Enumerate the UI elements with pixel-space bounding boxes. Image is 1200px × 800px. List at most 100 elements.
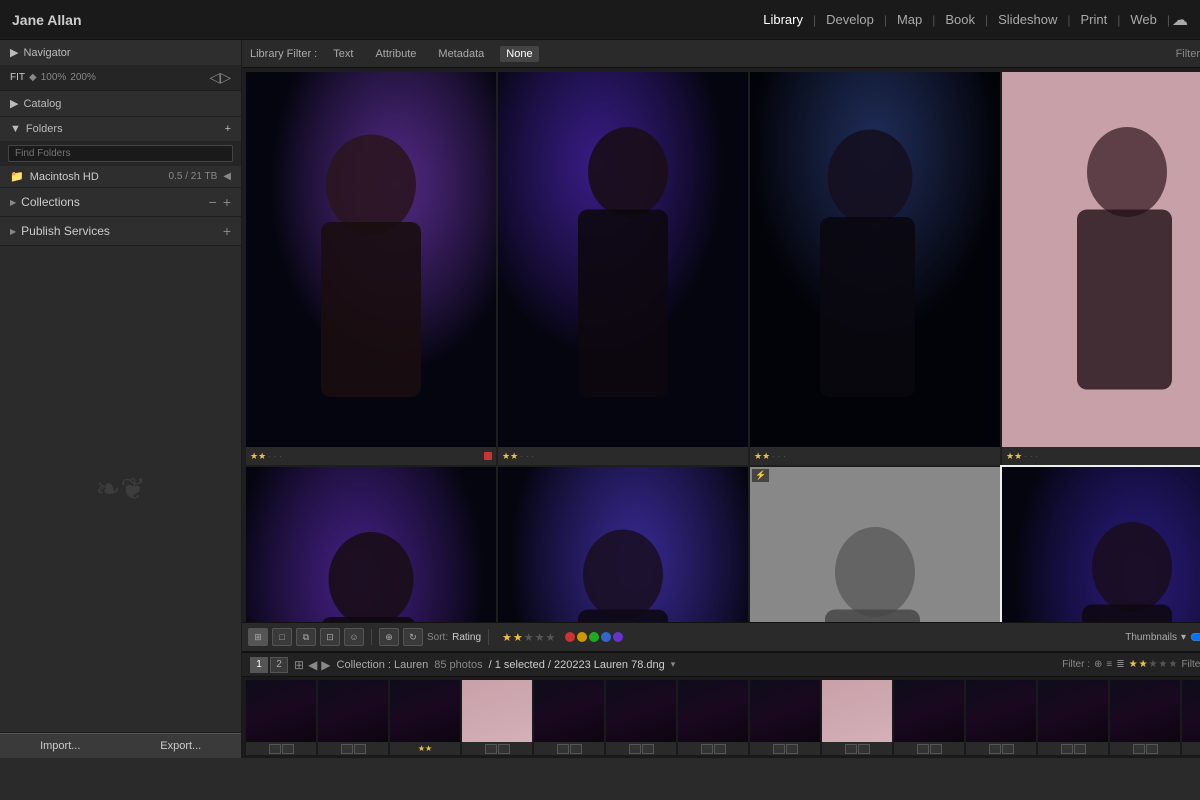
filmstrip: ★★ (242, 676, 1200, 758)
folder-arrow[interactable]: ◀ (223, 171, 231, 182)
next-arrow[interactable]: ▶ (321, 658, 330, 672)
filter-icon-2[interactable]: ≡ (1106, 659, 1112, 670)
main-layout: ▶ Navigator FIT ◆ 100% 200% ◁▷ ▶ Catalog (0, 40, 1200, 758)
folders-header[interactable]: ▼ Folders + (0, 117, 241, 141)
loupe-view-button[interactable]: □ (272, 628, 292, 646)
macintosh-hd-folder[interactable]: 📁 Macintosh HD 0.5 / 21 TB ◀ (0, 166, 241, 187)
top-navigation: Jane Allan Library | Develop | Map | Boo… (0, 0, 1200, 40)
sort-value[interactable]: Rating (452, 632, 481, 643)
red-filter[interactable] (565, 632, 575, 642)
page-1-button[interactable]: 1 (250, 657, 268, 673)
film-thumb-11[interactable] (966, 680, 1036, 755)
grid-view-icon[interactable]: ⊞ (294, 658, 304, 672)
photo-thumb-2 (498, 72, 748, 447)
photo-cell-7[interactable]: ⚡ ★★ · · · (750, 467, 1000, 622)
film-thumb-1[interactable] (246, 680, 316, 755)
filter-metadata[interactable]: Metadata (432, 48, 490, 60)
nav-book[interactable]: Book (937, 12, 983, 27)
photo-cell-4[interactable]: ★★ · · · (1002, 72, 1200, 465)
portrait-7 (750, 467, 1000, 622)
filters-off-button[interactable]: Filters Off (1176, 48, 1200, 60)
filter-text[interactable]: Text (327, 48, 359, 60)
portrait-8 (1002, 467, 1200, 622)
publish-label: Publish Services (21, 224, 110, 238)
folders-add-button[interactable]: + (225, 123, 231, 135)
navigator-header[interactable]: ▶ Navigator (0, 40, 241, 65)
film-thumb-2[interactable] (318, 680, 388, 755)
grid-view-button[interactable]: ⊞ (248, 628, 268, 646)
photo-cell-8[interactable]: ★★ · · · (1002, 467, 1200, 622)
page-navigation: 1 2 (250, 657, 288, 673)
filter-icon-1[interactable]: ⊕ (1094, 659, 1102, 670)
nav-develop[interactable]: Develop (818, 12, 882, 27)
dropdown-arrow[interactable]: ▾ (671, 659, 676, 670)
people-view-button[interactable]: ☺ (344, 628, 364, 646)
film-thumb-12[interactable] (1038, 680, 1108, 755)
film-thumb-3[interactable]: ★★ (390, 680, 460, 755)
folders-search-input[interactable] (8, 145, 233, 162)
photo-cell-6[interactable]: ★★ · · · (498, 467, 748, 622)
import-button[interactable]: Import... (0, 733, 121, 758)
compare-view-button[interactable]: ⧉ (296, 628, 316, 646)
film-thumb-10[interactable] (894, 680, 964, 755)
green-filter[interactable] (589, 632, 599, 642)
nav-library[interactable]: Library (755, 12, 811, 27)
thumbnail-size-slider[interactable] (1190, 629, 1200, 645)
photo-cell-1[interactable]: ★★ · · · (246, 72, 496, 465)
blue-filter[interactable] (601, 632, 611, 642)
film-thumb-7[interactable] (678, 680, 748, 755)
film-thumb-8[interactable] (750, 680, 820, 755)
status-bar: 1 2 ⊞ ◀ ▶ Collection : Lauren 85 photos … (242, 652, 1200, 676)
nav-print[interactable]: Print (1073, 12, 1116, 27)
export-button[interactable]: Export... (121, 733, 242, 758)
filter-icon-3[interactable]: ≣ (1116, 659, 1124, 670)
publish-header[interactable]: ▶ Publish Services + (0, 217, 241, 245)
collections-add-button[interactable]: + (223, 194, 231, 210)
thumbnails-label: Thumbnails ▾ (1125, 629, 1200, 645)
cloud-icon[interactable]: ☁ (1172, 10, 1188, 30)
publish-add-button[interactable]: + (223, 223, 231, 239)
photo-cell-3[interactable]: ★★ · · · (750, 72, 1000, 465)
purple-filter[interactable] (613, 632, 623, 642)
photo-cell-5[interactable]: ★★ · · · (246, 467, 496, 622)
rotate-tool[interactable]: ↻ (403, 628, 423, 646)
fit-button[interactable]: FIT (10, 72, 25, 83)
portrait-4 (1002, 72, 1200, 447)
navigator-triangle: ▶ (10, 46, 18, 59)
catalog-triangle: ▶ (10, 97, 18, 110)
collections-label: Collections (21, 195, 80, 209)
film-thumb-9[interactable] (822, 680, 892, 755)
film-thumb-13[interactable] (1110, 680, 1180, 755)
film-thumb-4[interactable] (462, 680, 532, 755)
color-filters (565, 632, 623, 642)
collections-minus-button[interactable]: − (209, 194, 217, 210)
center-panel: Library Filter : Text Attribute Metadata… (242, 40, 1200, 758)
filter-attribute[interactable]: Attribute (369, 48, 422, 60)
collections-header[interactable]: ▶ Collections − + (0, 188, 241, 216)
film-thumb-6[interactable] (606, 680, 676, 755)
catalog-header[interactable]: ▶ Catalog (0, 91, 241, 116)
photo-thumb-4 (1002, 72, 1200, 447)
photo-count: 85 photos (434, 659, 482, 671)
painter-tool[interactable]: ⊕ (379, 628, 399, 646)
zoom-100-button[interactable]: 100% (41, 72, 67, 83)
film-thumb-5[interactable] (534, 680, 604, 755)
survey-view-button[interactable]: ⊡ (320, 628, 340, 646)
folder-name: Macintosh HD (30, 171, 163, 183)
navigator-section: ▶ Navigator FIT ◆ 100% 200% ◁▷ (0, 40, 241, 91)
publish-section: ▶ Publish Services + (0, 217, 241, 246)
film-thumb-14[interactable] (1182, 680, 1200, 755)
photo-meta-1: ★★ · · · (246, 447, 496, 465)
navigator-expand[interactable]: ◁▷ (209, 69, 231, 86)
filter-none[interactable]: None (500, 46, 538, 62)
zoom-200-button[interactable]: 200% (70, 72, 96, 83)
filters-off-status[interactable]: Filters Off (1181, 659, 1200, 670)
nav-map[interactable]: Map (889, 12, 930, 27)
yellow-filter[interactable] (577, 632, 587, 642)
prev-arrow[interactable]: ◀ (308, 658, 317, 672)
page-2-button[interactable]: 2 (270, 657, 288, 673)
photo-cell-2[interactable]: ★★ · · · (498, 72, 748, 465)
nav-slideshow[interactable]: Slideshow (990, 12, 1065, 27)
photo-thumb-5 (246, 467, 496, 622)
nav-web[interactable]: Web (1122, 12, 1165, 27)
